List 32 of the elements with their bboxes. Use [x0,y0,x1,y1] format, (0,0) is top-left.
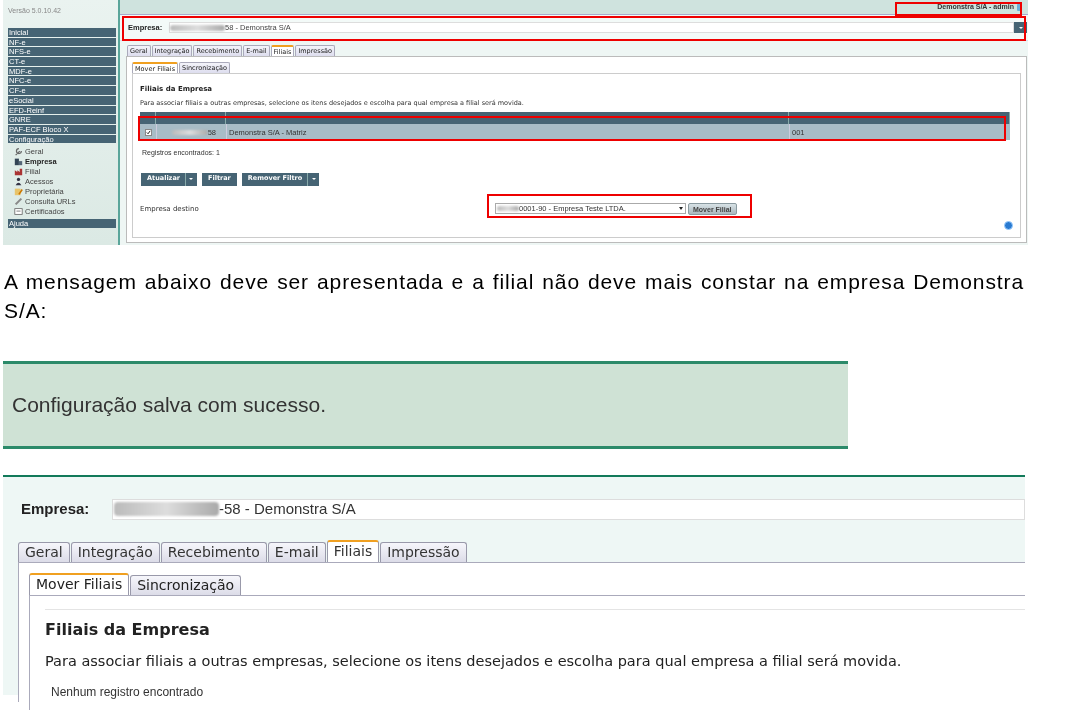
document-icon [1017,3,1022,11]
blurred-text [170,24,225,31]
blurred-text [497,206,519,212]
tab[interactable]: Sincronização [130,574,242,595]
wrench-icon [14,146,23,156]
description: Para associar filiais a outras empresas, selecione os itens desejados e escolha para qual empresa a filial será movida. [45,651,903,671]
paragraph: A mensagem abaixo deve ser apresentada e a filial não deve mais constar na empresa Demonstra S/A: [4,269,1024,324]
caret-icon [1018,26,1023,29]
document-icon [14,186,23,196]
certificate-icon [14,206,23,216]
caret-icon [679,207,683,211]
blurred-text [171,129,208,135]
tab[interactable]: Recebimento [160,541,267,562]
checkbox[interactable] [144,128,152,136]
success-message: Configuração salva com sucesso. [12,392,326,419]
building-icon [14,156,23,166]
help-icon[interactable] [1004,221,1013,230]
dropdown-button[interactable] [1014,22,1027,33]
tab[interactable]: Impressão [380,541,467,562]
company-field[interactable]: -58 - Demonstra S/A [112,498,1025,520]
tab[interactable]: E-mail [267,541,326,562]
tab[interactable]: Integração [70,541,160,562]
caret-icon [189,178,194,181]
field-label: Empresa: [21,499,91,519]
caret-icon [311,178,316,181]
tab[interactable]: Mover Filiais [29,572,130,595]
tab[interactable]: Filiais [326,539,380,562]
tab[interactable]: Geral [18,541,70,562]
section-title: Filiais da Empresa [45,618,211,641]
person-icon [14,176,23,186]
empty-message: Nenhum registro encontrado [51,684,205,702]
factory-icon [14,166,23,176]
